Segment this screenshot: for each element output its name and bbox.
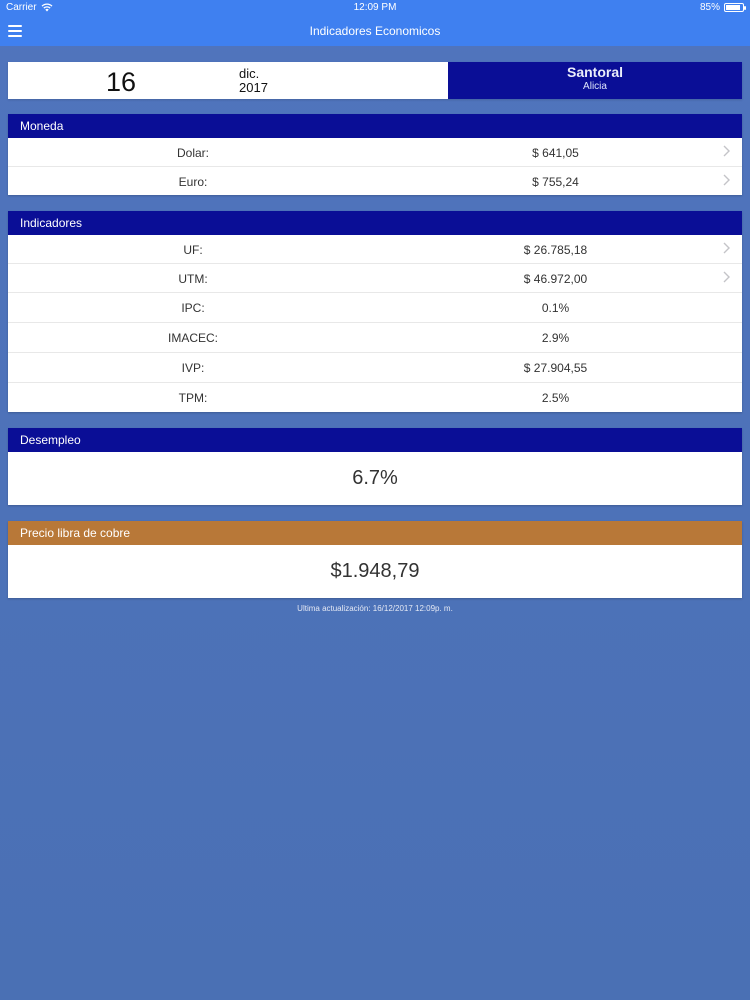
santoral-box: Santoral Alicia bbox=[448, 62, 742, 99]
cobre-header: Precio libra de cobre bbox=[8, 521, 742, 545]
cobre-card: Precio libra de cobre $1.948,79 bbox=[8, 521, 742, 598]
moneda-row-euro[interactable]: Euro: $ 755,24 bbox=[8, 167, 742, 195]
battery-percent: 85% bbox=[699, 2, 720, 13]
date-month: dic. bbox=[239, 66, 260, 81]
status-right: 85% bbox=[699, 2, 746, 13]
row-label: Euro: bbox=[178, 175, 208, 189]
chevron-right-icon bbox=[723, 271, 730, 283]
desempleo-card: Desempleo 6.7% bbox=[8, 428, 742, 505]
chevron-right-icon bbox=[723, 145, 730, 157]
chevron-right-icon bbox=[723, 174, 730, 186]
row-label: Dolar: bbox=[176, 146, 209, 160]
santoral-title: Santoral bbox=[566, 64, 623, 80]
moneda-header: Moneda bbox=[8, 114, 742, 138]
nav-title: Indicadores Economicos bbox=[309, 24, 441, 38]
row-label: IMACEC: bbox=[167, 331, 218, 345]
row-value: $ 27.904,55 bbox=[523, 361, 588, 375]
desempleo-value: 6.7% bbox=[352, 467, 398, 489]
desempleo-body: 6.7% bbox=[8, 452, 742, 505]
desempleo-header: Desempleo bbox=[8, 428, 742, 452]
moneda-card: Moneda Dolar: $ 641,05 Euro: $ 755,24 bbox=[8, 114, 742, 195]
indicador-row-tpm: TPM: 2.5% bbox=[8, 383, 742, 412]
last-update-note: Ultima actualización: 16/12/2017 12:09p.… bbox=[297, 604, 453, 613]
chevron-right-icon bbox=[723, 242, 730, 254]
row-value: $ 641,05 bbox=[532, 146, 579, 160]
row-label: TPM: bbox=[178, 391, 208, 405]
indicador-row-ivp: IVP: $ 27.904,55 bbox=[8, 353, 742, 383]
date-box: 16 dic. 2017 bbox=[8, 62, 448, 99]
row-label: UF: bbox=[183, 243, 203, 257]
row-value: $ 46.972,00 bbox=[523, 272, 588, 286]
row-value: 2.5% bbox=[541, 391, 570, 405]
row-label: IPC: bbox=[181, 301, 205, 315]
row-value: 0.1% bbox=[541, 301, 570, 315]
row-value: $ 26.785,18 bbox=[523, 243, 588, 257]
cobre-body: $1.948,79 bbox=[8, 545, 742, 598]
row-value: $ 755,24 bbox=[532, 175, 579, 189]
indicadores-card: Indicadores UF: $ 26.785,18 UTM: $ 46.97… bbox=[8, 211, 742, 412]
row-value: 2.9% bbox=[541, 331, 570, 345]
row-label: UTM: bbox=[178, 272, 208, 286]
indicador-row-uf[interactable]: UF: $ 26.785,18 bbox=[8, 235, 742, 264]
indicador-row-imacec: IMACEC: 2.9% bbox=[8, 323, 742, 353]
battery-fill bbox=[726, 5, 740, 10]
date-day: 16 bbox=[106, 67, 137, 97]
nav-bar: Indicadores Economicos bbox=[0, 16, 750, 46]
indicador-row-ipc: IPC: 0.1% bbox=[8, 293, 742, 323]
battery-icon bbox=[724, 3, 746, 12]
date-year: 2017 bbox=[239, 80, 268, 95]
cobre-value: $1.948,79 bbox=[330, 560, 420, 582]
indicadores-header: Indicadores bbox=[8, 211, 742, 235]
moneda-row-dolar[interactable]: Dolar: $ 641,05 bbox=[8, 138, 742, 167]
santoral-name: Alicia bbox=[583, 81, 607, 92]
status-time: 12:09 PM bbox=[353, 2, 397, 13]
status-bar: Carrier 12:09 PM 85% bbox=[0, 0, 750, 16]
indicador-row-utm[interactable]: UTM: $ 46.972,00 bbox=[8, 264, 742, 293]
date-santoral-row: 16 dic. 2017 Santoral Alicia bbox=[8, 62, 742, 99]
row-label: IVP: bbox=[181, 361, 205, 375]
